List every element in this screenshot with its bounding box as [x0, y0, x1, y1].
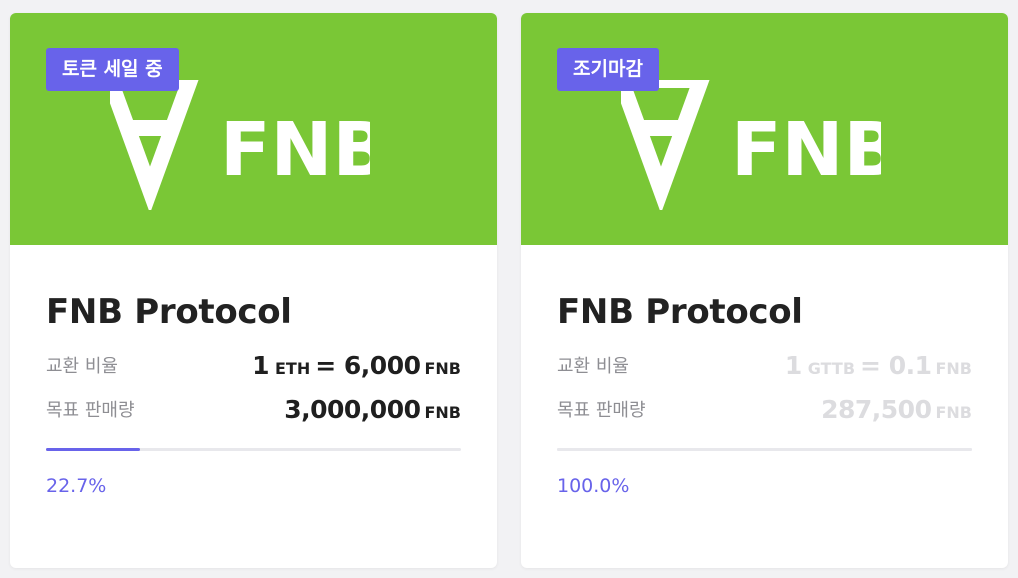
- target-sales-label: 목표 판매량: [46, 400, 135, 421]
- exchange-rate-label: 교환 비율: [46, 356, 118, 377]
- sale-progress-fill: [557, 448, 972, 451]
- exchange-rate-value: 1 GTTB = 0.1 FNB: [785, 351, 972, 380]
- rate-equals: =: [860, 350, 881, 380]
- exchange-rate-value: 1 ETH = 6,000 FNB: [252, 351, 461, 380]
- rate-amount: 1: [784, 350, 802, 380]
- fnb-logo-icon: FNB: [110, 80, 370, 210]
- rate-from-unit: GTTB: [807, 358, 856, 378]
- rate-to-unit: FNB: [935, 358, 972, 378]
- target-sales-label: 목표 판매량: [557, 400, 646, 421]
- target-amount: 3,000,000: [284, 394, 421, 424]
- fnb-logo-icon: FNB: [621, 80, 881, 210]
- logo-text: FNB: [220, 107, 370, 193]
- sale-status-badge: 조기마감: [557, 48, 659, 91]
- rate-value: 0.1: [888, 350, 932, 380]
- rate-from-unit: ETH: [275, 358, 311, 378]
- target-sales-value: 287,500 FNB: [821, 395, 972, 424]
- logo-text: FNB: [731, 107, 881, 193]
- target-unit: FNB: [935, 402, 972, 422]
- rate-to-unit: FNB: [424, 358, 461, 378]
- exchange-rate-row: 교환 비율 1 GTTB = 0.1 FNB: [557, 343, 972, 387]
- target-sales-row: 목표 판매량 287,500 FNB: [557, 387, 972, 431]
- sale-card[interactable]: FNB 토큰 세일 중 FNB Protocol 교환 비율 1 ETH = 6,0…: [10, 13, 497, 568]
- sale-card[interactable]: FNB 조기마감 FNB Protocol 교환 비율 1 GTTB = 0.1 FN…: [521, 13, 1008, 568]
- rate-amount: 1: [252, 350, 269, 380]
- sale-status-badge: 토큰 세일 중: [46, 48, 179, 91]
- sale-progress-fill: [46, 448, 141, 451]
- card-banner: FNB 조기마감: [521, 13, 1008, 245]
- project-title: FNB Protocol: [46, 292, 292, 332]
- target-unit: FNB: [424, 402, 461, 422]
- exchange-rate-row: 교환 비율 1 ETH = 6,000 FNB: [46, 343, 461, 387]
- sale-percent: 100.0%: [557, 475, 630, 497]
- sale-progress-bar: [46, 448, 461, 451]
- target-sales-value: 3,000,000 FNB: [284, 395, 461, 424]
- sale-percent: 22.7%: [46, 475, 107, 497]
- sale-progress-bar: [557, 448, 972, 451]
- project-title: FNB Protocol: [557, 292, 803, 332]
- target-amount: 287,500: [821, 394, 932, 424]
- rate-equals: =: [315, 350, 336, 380]
- card-banner: FNB 토큰 세일 중: [10, 13, 497, 245]
- target-sales-row: 목표 판매량 3,000,000 FNB: [46, 387, 461, 431]
- rate-value: 6,000: [343, 350, 421, 380]
- exchange-rate-label: 교환 비율: [557, 356, 629, 377]
